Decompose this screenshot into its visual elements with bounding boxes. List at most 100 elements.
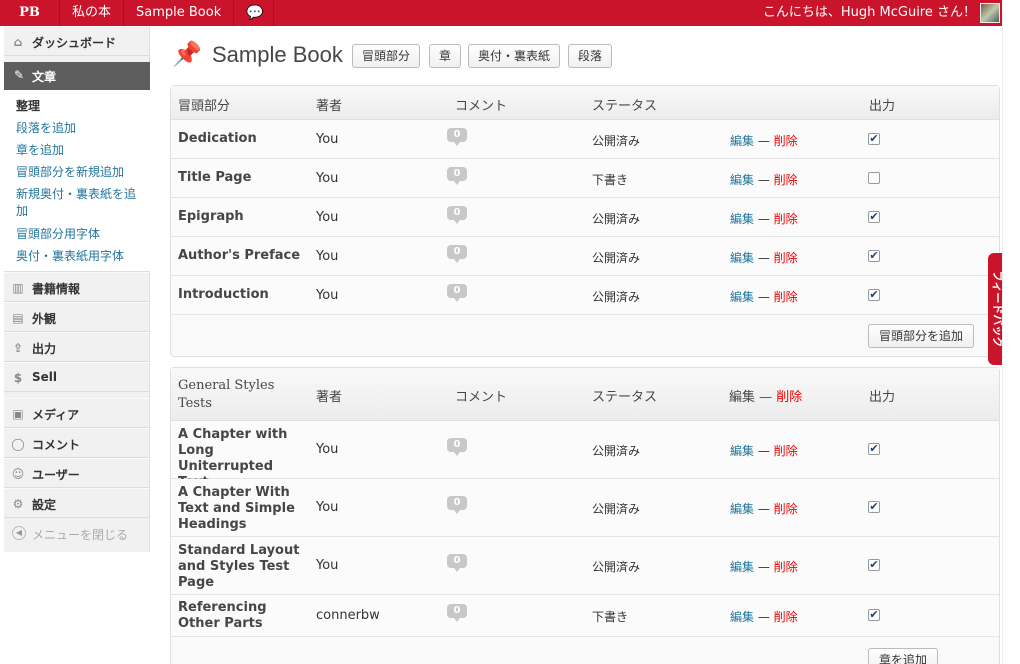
- header-delete-link[interactable]: 削除: [776, 390, 802, 405]
- speech-bubble-icon: 💬: [246, 5, 264, 21]
- table-header: 冒頭部分 著者 コメント ステータス 出力: [171, 86, 999, 120]
- menu-text[interactable]: ✎ 文章: [4, 62, 164, 90]
- edit-link[interactable]: 編集: [730, 560, 754, 574]
- header-edit-link[interactable]: 編集: [729, 390, 755, 405]
- export-checkbox[interactable]: ✔: [868, 133, 880, 145]
- row-author: You: [316, 132, 339, 147]
- export-checkbox[interactable]: ✔: [868, 443, 880, 455]
- pushpin-icon: 📌: [172, 40, 202, 68]
- add-back-matter-button[interactable]: 奥付・裏表紙: [468, 44, 561, 68]
- delete-link[interactable]: 削除: [774, 173, 798, 187]
- add-part-button[interactable]: 段落: [568, 44, 613, 68]
- comment-count-icon[interactable]: 0: [447, 496, 467, 514]
- delete-link[interactable]: 削除: [774, 502, 798, 516]
- export-checkbox[interactable]: ✔: [868, 609, 880, 621]
- comment-count-icon[interactable]: 0: [447, 554, 467, 572]
- edit-link[interactable]: 編集: [730, 502, 754, 516]
- submenu-front-matter-types[interactable]: 冒頭部分用字体: [16, 226, 144, 243]
- header-status: ステータス: [592, 390, 658, 405]
- edit-link[interactable]: 編集: [730, 212, 754, 226]
- submenu-add-chapter[interactable]: 章を追加: [16, 142, 144, 159]
- edit-link[interactable]: 編集: [730, 134, 754, 148]
- my-books-menu[interactable]: 私の本: [60, 0, 125, 26]
- comment-count-icon[interactable]: 0: [447, 604, 467, 622]
- menu-media[interactable]: ▣ メディア: [4, 398, 150, 428]
- menu-book-info[interactable]: ▥ 書籍情報: [4, 272, 150, 302]
- comment-count-icon[interactable]: 0: [447, 206, 467, 224]
- table-header: General Styles Tests 著者 コメント ステータス 編集 — …: [171, 368, 999, 421]
- row-author: You: [316, 500, 339, 515]
- export-checkbox[interactable]: ✔: [868, 501, 880, 513]
- submenu-organize[interactable]: 整理: [16, 98, 144, 115]
- row-actions: 編集 — 削除: [730, 288, 798, 305]
- row-status: 公開済み: [592, 290, 641, 304]
- avatar[interactable]: [980, 3, 1000, 23]
- row-title-link[interactable]: Introduction: [178, 287, 308, 303]
- delete-link[interactable]: 削除: [774, 290, 798, 304]
- feedback-tab[interactable]: フィードバック: [988, 253, 1004, 365]
- comment-count-icon[interactable]: 0: [447, 438, 467, 456]
- menu-settings[interactable]: ⚙ 設定: [4, 488, 150, 518]
- collapse-menu[interactable]: ◀ メニューを閉じる: [4, 518, 150, 548]
- edit-link[interactable]: 編集: [730, 251, 754, 265]
- edit-link[interactable]: 編集: [730, 290, 754, 304]
- row-title-link[interactable]: Standard Layout and Styles Test Page: [178, 543, 308, 591]
- add-chapter-bottom-button[interactable]: 章を追加: [868, 648, 939, 664]
- book-name-menu[interactable]: Sample Book: [124, 0, 235, 26]
- submenu-add-back-matter[interactable]: 新規奥付・裏表紙を追加: [16, 186, 144, 220]
- edit-link[interactable]: 編集: [730, 444, 754, 458]
- row-status: 下書き: [592, 610, 629, 624]
- settings-icon: ⚙: [12, 497, 24, 511]
- comment-count-icon[interactable]: 0: [447, 128, 467, 146]
- delete-link[interactable]: 削除: [774, 251, 798, 265]
- export-checkbox[interactable]: ✔: [868, 559, 880, 571]
- submenu-back-matter-types[interactable]: 奥付・裏表紙用字体: [16, 248, 144, 265]
- menu-sell[interactable]: $ Sell: [4, 362, 150, 392]
- delete-link[interactable]: 削除: [774, 560, 798, 574]
- row-title-link[interactable]: Dedication: [178, 131, 308, 147]
- action-separator: —: [754, 610, 774, 624]
- export-checkbox[interactable]: ✔: [868, 289, 880, 301]
- add-front-matter-button[interactable]: 冒頭部分: [352, 44, 421, 68]
- delete-link[interactable]: 削除: [774, 212, 798, 226]
- row-title-link[interactable]: A Chapter With Text and Simple Headings: [178, 485, 308, 533]
- menu-dashboard[interactable]: ⌂ ダッシュボード: [4, 26, 150, 56]
- add-front-matter-bottom-button[interactable]: 冒頭部分を追加: [868, 324, 975, 348]
- admin-sidebar: ⌂ ダッシュボード ✎ 文章 整理 段落を追加 章を追加 冒頭部分を新規追加 新…: [4, 26, 164, 552]
- comment-icon: ◯: [11, 437, 25, 451]
- comment-count-icon[interactable]: 0: [447, 284, 467, 302]
- action-separator: —: [754, 173, 774, 187]
- edit-link[interactable]: 編集: [730, 173, 754, 187]
- table-row: A Chapter with Long Uniterrupted TextYou…: [171, 421, 999, 490]
- delete-link[interactable]: 削除: [774, 134, 798, 148]
- delete-link[interactable]: 削除: [774, 610, 798, 624]
- export-checkbox[interactable]: ✔: [868, 250, 880, 262]
- greeting[interactable]: こんにちは、Hugh McGuire さん！: [755, 0, 1002, 26]
- row-title-link[interactable]: Epigraph: [178, 209, 308, 225]
- table-row: Referencing Other Parts connerbw 0 下書き 編集 — …: [171, 595, 999, 637]
- comments-menu[interactable]: 💬: [234, 0, 274, 26]
- row-title-link[interactable]: Title Page: [178, 170, 308, 186]
- export-checkbox[interactable]: [868, 172, 880, 184]
- edit-link[interactable]: 編集: [730, 610, 754, 624]
- row-title-link[interactable]: Author's Preface: [178, 248, 308, 264]
- table-row: Author's Preface You 0 公開済み 編集 — 削除 ✔: [171, 237, 999, 276]
- menu-export[interactable]: ⇪ 出力: [4, 332, 150, 362]
- menu-appearance[interactable]: ▤ 外観: [4, 302, 150, 332]
- add-chapter-button[interactable]: 章: [429, 44, 462, 68]
- submenu-add-part[interactable]: 段落を追加: [16, 120, 144, 137]
- header-output: 出力: [869, 390, 896, 405]
- row-title-link[interactable]: Referencing Other Parts: [178, 600, 308, 632]
- submenu-add-front-matter[interactable]: 冒頭部分を新規追加: [16, 164, 144, 181]
- action-separator: —: [754, 134, 774, 148]
- comment-count-icon[interactable]: 0: [447, 245, 467, 263]
- header-sep: —: [755, 390, 777, 405]
- scrollbar[interactable]: [1002, 0, 1020, 664]
- comment-count-icon[interactable]: 0: [447, 167, 467, 185]
- export-checkbox[interactable]: ✔: [868, 211, 880, 223]
- delete-link[interactable]: 削除: [774, 444, 798, 458]
- pressbooks-logo[interactable]: PB: [0, 0, 60, 26]
- menu-comments[interactable]: ◯ コメント: [4, 428, 150, 458]
- row-status: 公開済み: [592, 212, 641, 226]
- menu-users[interactable]: ☺ ユーザー: [4, 458, 150, 488]
